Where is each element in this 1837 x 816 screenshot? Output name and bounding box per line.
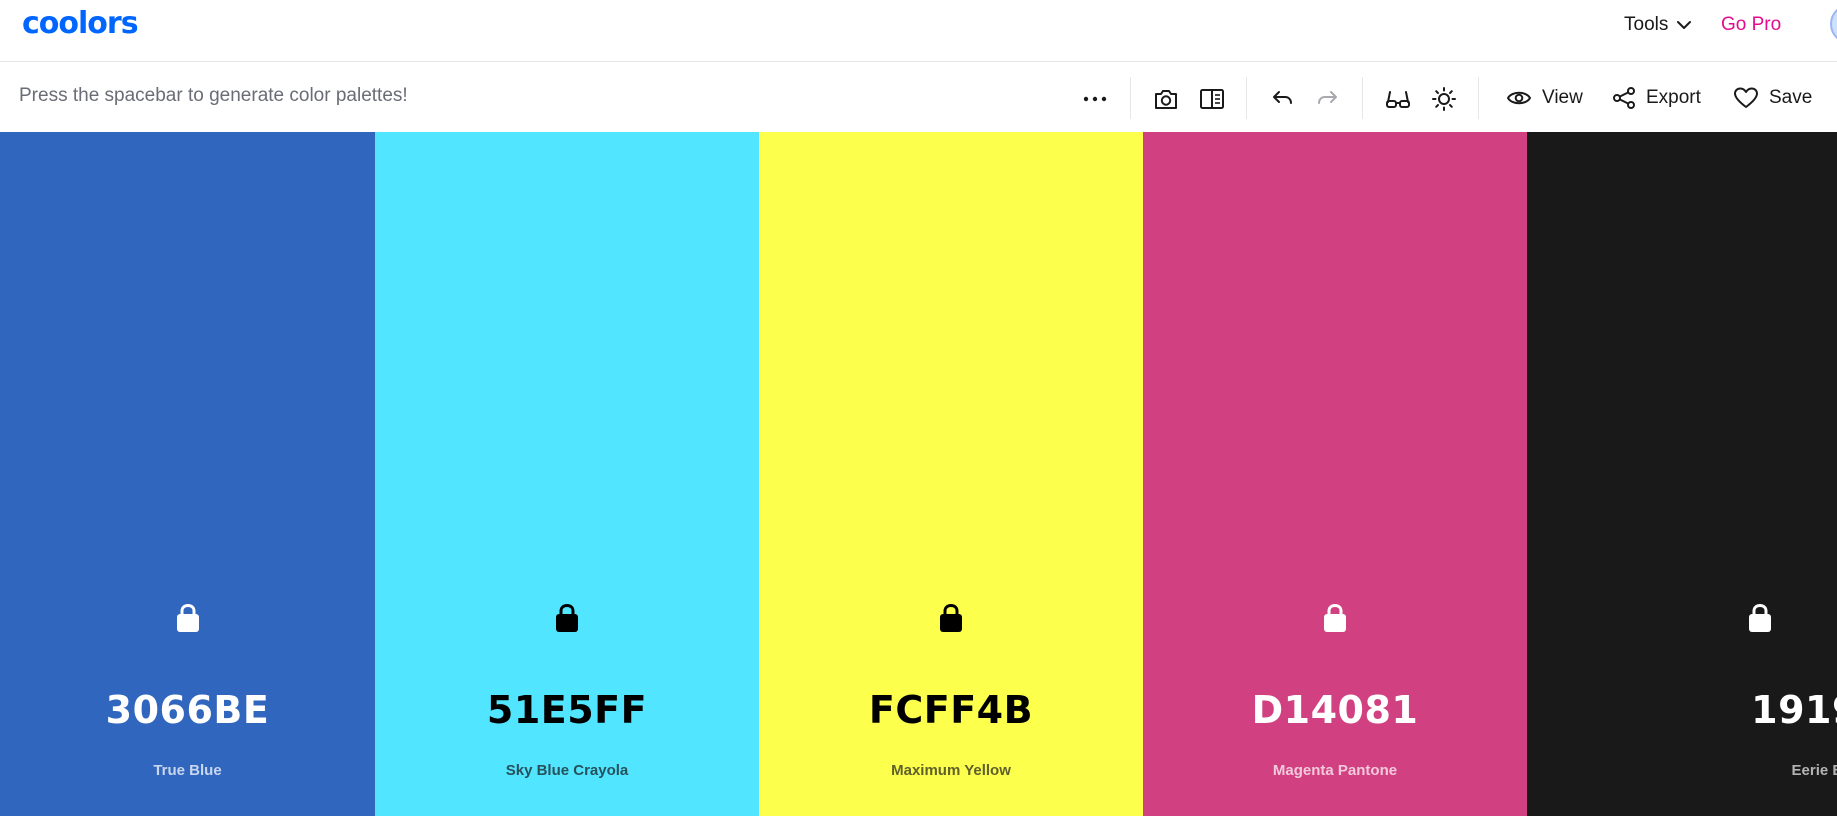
lock-icon[interactable] [937, 602, 965, 634]
hex-code[interactable]: 51E5FF [375, 688, 759, 732]
hex-code[interactable]: 191919 [1677, 688, 1837, 732]
share-icon [1613, 87, 1635, 109]
split-view-icon [1200, 89, 1224, 109]
eye-icon [1507, 91, 1531, 105]
sun-icon [1432, 87, 1456, 111]
color-swatch[interactable]: 51E5FF Sky Blue Crayola [375, 132, 759, 816]
toolbar-divider [1478, 77, 1479, 119]
top-navigation: coolors Tools Go Pro [0, 0, 1837, 62]
color-blindness-button[interactable] [1384, 85, 1412, 113]
avatar[interactable] [1830, 4, 1837, 44]
adjust-palette-button[interactable] [1430, 85, 1458, 113]
lock-icon[interactable] [553, 602, 581, 634]
color-name[interactable]: Sky Blue Crayola [375, 762, 759, 779]
color-swatch[interactable]: FCFF4B Maximum Yellow [759, 132, 1143, 816]
hex-code[interactable]: 3066BE [0, 688, 375, 732]
tools-label: Tools [1624, 14, 1669, 35]
heart-icon [1734, 87, 1758, 108]
save-button[interactable]: Save [1733, 83, 1812, 113]
redo-button[interactable] [1314, 85, 1342, 113]
spacebar-hint: Press the spacebar to generate color pal… [19, 85, 408, 106]
tools-menu-button[interactable]: Tools [1624, 12, 1692, 38]
toolbar-divider [1362, 77, 1363, 119]
view-button[interactable]: View [1506, 83, 1583, 113]
color-palette: 3066BE True Blue 51E5FF Sky Blue Crayola… [0, 132, 1837, 816]
color-swatch[interactable]: 3066BE True Blue [0, 132, 375, 816]
toolbar-divider [1246, 77, 1247, 119]
export-label: Export [1646, 87, 1701, 108]
chevron-down-icon [1677, 21, 1692, 29]
palette-toolbar: Press the spacebar to generate color pal… [0, 63, 1837, 132]
screenshot-button[interactable] [1152, 85, 1180, 113]
lock-icon[interactable] [174, 602, 202, 634]
go-pro-link[interactable]: Go Pro [1721, 12, 1781, 38]
view-label: View [1542, 87, 1583, 108]
lock-icon[interactable] [1321, 602, 1349, 634]
view-mode-button[interactable] [1198, 85, 1226, 113]
more-icon [1083, 96, 1107, 102]
redo-icon [1318, 91, 1337, 104]
save-label: Save [1769, 87, 1813, 108]
undo-icon [1273, 91, 1292, 104]
coolors-logo[interactable]: coolors [22, 6, 139, 42]
undo-button[interactable] [1268, 85, 1296, 113]
toolbar-divider [1130, 77, 1131, 119]
hex-code[interactable]: D14081 [1143, 688, 1527, 732]
glasses-icon [1386, 91, 1410, 108]
more-options-button[interactable] [1081, 85, 1109, 113]
color-name[interactable]: Maximum Yellow [759, 762, 1143, 779]
color-swatch[interactable]: 191919 Eerie Black [1527, 132, 1837, 816]
lock-icon[interactable] [1746, 602, 1774, 634]
camera-icon [1155, 90, 1177, 109]
color-name[interactable]: Magenta Pantone [1143, 762, 1527, 779]
color-swatch[interactable]: D14081 Magenta Pantone [1143, 132, 1527, 816]
color-name[interactable]: Eerie Black [1677, 762, 1837, 779]
export-button[interactable]: Export [1612, 83, 1701, 113]
color-name[interactable]: True Blue [0, 762, 375, 779]
hex-code[interactable]: FCFF4B [759, 688, 1143, 732]
